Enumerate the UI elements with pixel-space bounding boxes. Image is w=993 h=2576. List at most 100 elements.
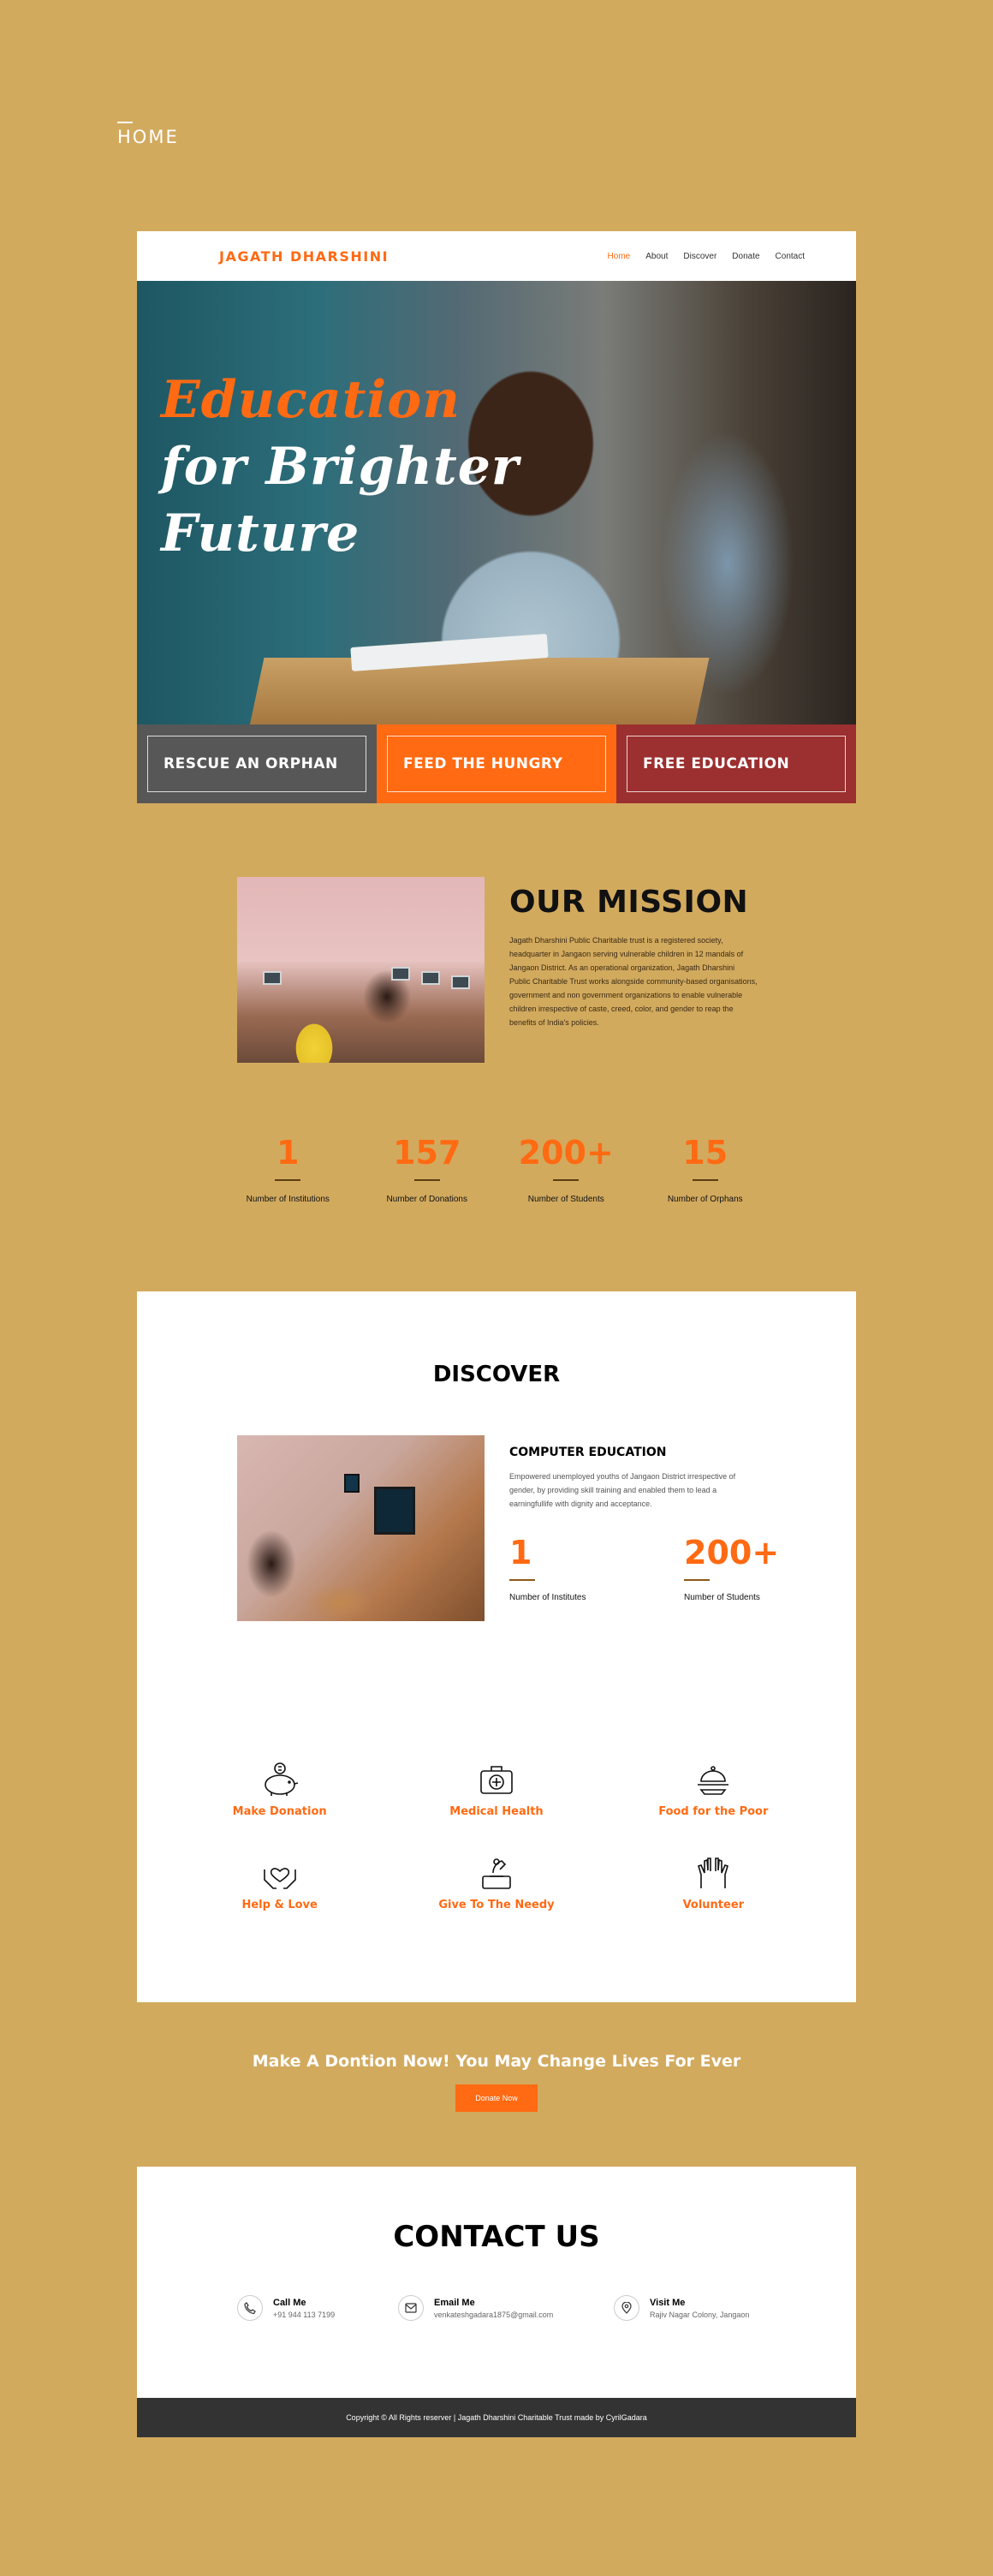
contact-item-value: Rajiv Nagar Colony, Jangaon [650,2310,750,2319]
contact-call[interactable]: Call Me +91 944 113 7199 [237,2295,335,2321]
site-logo[interactable]: JAGATH DHARSHINI [219,248,389,265]
mail-icon [398,2295,424,2321]
feature-give-to-needy[interactable]: Give To The Needy [388,1854,604,1911]
feature-label: Food for the Poor [658,1805,769,1818]
piggy-bank-icon [264,1762,298,1796]
donate-now-button[interactable]: Donate Now [455,2084,538,2112]
feature-grid: Make Donation Medical Health Food for th… [171,1761,822,1911]
stat-value: 1 [509,1534,532,1571]
photo-monitor [374,1487,415,1535]
contact-item-title: Call Me [273,2297,306,2308]
contact-item-value: venkateshgadara1875@gmail.com [434,2310,554,2319]
contact-email[interactable]: Email Me venkateshgadara1875@gmail.com [398,2295,553,2321]
mission-stats: 1 Number of Institutions 157 Number of D… [218,1133,775,1204]
nav-item-discover[interactable]: Discover [683,252,717,261]
hero-title-line3: Future [161,504,360,564]
tile-label: RESCUE AN ORPHAN [147,736,366,792]
feature-label: Make Donation [232,1805,327,1818]
stat-label: Number of Donations [386,1195,468,1204]
tile-feed-hungry[interactable]: FEED THE HUNGRY [377,724,616,803]
mission-title: OUR MISSION [509,885,749,920]
contact-item-value: +91 944 113 7199 [273,2310,336,2319]
medical-kit-icon [480,1766,513,1794]
contact-section: CONTACT US Call Me +91 944 113 7199 Emai… [137,2167,856,2398]
hero-title-line1: Education [161,370,461,430]
photo-monitor [263,971,282,985]
donate-message: Make A Dontion Now! You May Change Lives… [252,2052,741,2071]
feature-label: Volunteer [682,1899,745,1911]
phone-icon [237,2295,263,2321]
food-cloche-icon [698,1766,729,1795]
discover-subtitle: COMPUTER EDUCATION [509,1446,667,1459]
stat-label: Number of Institutions [246,1195,330,1204]
stat-value: 157 [393,1134,461,1172]
navbar: JAGATH DHARSHINI Home About Discover Don… [137,231,856,281]
donate-band: Make A Dontion Now! You May Change Lives… [137,2002,856,2167]
stat-divider [684,1579,710,1581]
location-pin-icon [614,2295,639,2321]
tile-free-education[interactable]: FREE EDUCATION [616,724,856,803]
stat-donations: 157 Number of Donations [358,1133,497,1204]
discover-text: Empowered unemployed youths of Jangaon D… [509,1472,736,1508]
hero-photo-desk [249,658,710,724]
stat-label: Number of Students [684,1593,760,1602]
stat-label: Number of Orphans [667,1195,743,1204]
nav-item-contact[interactable]: Contact [776,252,805,261]
page-label: HOME [117,127,179,147]
nav-menu: Home About Discover Donate Contact [608,252,805,261]
raised-hands-icon [698,1857,729,1888]
tile-label: FREE EDUCATION [627,736,846,792]
stat-divider [692,1179,718,1181]
website-frame: JAGATH DHARSHINI Home About Discover Don… [137,231,856,2437]
home-label-dash [117,122,133,123]
discover-title: DISCOVER [432,1362,561,1387]
stat-divider [413,1179,440,1181]
feature-help-love[interactable]: Help & Love [171,1854,388,1911]
discover-stat-institutes: 1 Number of Institutes [509,1533,586,1602]
feature-label: Medical Health [449,1805,544,1818]
photo-monitor [344,1474,360,1493]
footer-copyright: Copyright © All Rights reserver | Jagath… [346,2413,647,2422]
stat-orphans: 15 Number of Orphans [636,1133,776,1204]
contact-item-title: Email Me [434,2297,475,2308]
contact-item-title: Visit Me [650,2297,686,2308]
stat-value: 15 [682,1134,728,1172]
footer: Copyright © All Rights reserver | Jagath… [137,2398,856,2437]
hero-title: Education for Brighter Future [161,367,520,567]
stat-label: Number of Institutes [509,1593,586,1602]
nav-item-about[interactable]: About [645,252,668,261]
nav-item-donate[interactable]: Donate [732,252,759,261]
mission-photo [237,877,485,1063]
stat-label: Number of Students [527,1195,604,1204]
feature-medical-health[interactable]: Medical Health [388,1761,604,1818]
discover-photo [237,1435,485,1621]
nav-item-home[interactable]: Home [608,252,631,261]
cause-tiles: RESCUE AN ORPHAN FEED THE HUNGRY FREE ED… [137,724,856,803]
feature-label: Give To The Needy [438,1899,555,1911]
photo-monitor [451,975,470,989]
hero-banner: Education for Brighter Future [137,281,856,724]
stat-students: 200+ Number of Students [496,1133,636,1204]
feature-make-donation[interactable]: Make Donation [171,1761,388,1818]
stat-institutions: 1 Number of Institutions [218,1133,358,1204]
contact-title: CONTACT US [393,2220,600,2254]
discover-stat-students: 200+ Number of Students [684,1533,779,1602]
feature-label: Help & Love [241,1899,318,1911]
feature-volunteer[interactable]: Volunteer [605,1854,822,1911]
feature-food-for-poor[interactable]: Food for the Poor [605,1761,822,1818]
photo-monitor [421,971,440,985]
stat-divider [275,1179,301,1181]
stat-divider [553,1179,580,1181]
mission-text: Jagath Dharshini Public Charitable trust… [509,936,758,1027]
photo-monitor [391,967,410,981]
stat-value: 1 [276,1134,300,1172]
stat-value: 200+ [684,1534,780,1571]
hero-title-line2: for Brighter [161,437,520,497]
tile-label: FEED THE HUNGRY [387,736,606,792]
stat-value: 200+ [518,1134,614,1172]
donation-box-icon [482,1858,511,1889]
heart-hands-icon [263,1868,296,1889]
tile-rescue-orphan[interactable]: RESCUE AN ORPHAN [137,724,377,803]
contact-visit[interactable]: Visit Me Rajiv Nagar Colony, Jangaon [614,2295,749,2321]
discover-section: DISCOVER COMPUTER EDUCATION Empowered un… [137,1291,856,2002]
